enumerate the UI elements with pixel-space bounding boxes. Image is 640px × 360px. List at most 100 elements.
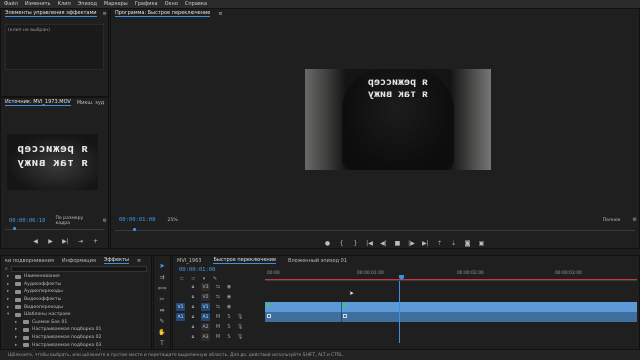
chevron-right-icon[interactable]: ▸	[15, 327, 20, 332]
insert-icon[interactable]: ⇥	[76, 237, 85, 245]
lock-icon[interactable]: 🔒︎	[190, 294, 196, 300]
tab-project[interactable]: ки подворнивания	[5, 258, 54, 264]
go-to-in-icon[interactable]: |◀	[365, 239, 374, 247]
tab-info[interactable]: Информация	[62, 258, 96, 264]
panel-menu-icon[interactable]: ≡	[103, 11, 107, 17]
source-timecode[interactable]: 00:00:06:10	[9, 218, 45, 224]
menu-item-6[interactable]: Окно	[165, 1, 178, 7]
tab-effects[interactable]: Эффекты	[103, 257, 129, 264]
pen-icon[interactable]: ✎	[159, 318, 164, 325]
chevron-right-icon[interactable]: ▸	[15, 320, 20, 325]
timeline-ruler[interactable]: 00:00 00:00:01:00 00:00:02:00 00:00:03:0…	[265, 267, 637, 281]
work-area-bar[interactable]	[265, 279, 637, 280]
step-forward-icon[interactable]: ▶|	[61, 237, 70, 245]
lock-icon[interactable]: 🔒︎	[190, 304, 196, 310]
ripple-edit-icon[interactable]: ⟺	[158, 285, 167, 292]
go-to-out-icon[interactable]: ▶|	[421, 239, 430, 247]
settings-wrench-icon[interactable]: ⚙	[633, 217, 637, 223]
settings-wrench-icon[interactable]: ⚙	[103, 218, 107, 224]
selection-tool-icon[interactable]: ➤	[159, 262, 165, 270]
timeline-timecode[interactable]: 00:00:01:08	[179, 267, 215, 273]
type-tool-icon[interactable]: T	[160, 340, 164, 347]
step-back-icon[interactable]: ◀|	[379, 239, 388, 247]
menu-item-4[interactable]: Маркеры	[104, 1, 128, 7]
track-label-v1[interactable]: V1	[201, 303, 210, 311]
slip-icon[interactable]: ⇹	[159, 307, 164, 314]
export-frame-icon[interactable]: ◙	[463, 239, 472, 247]
track-label-a1[interactable]: A1	[201, 313, 210, 321]
lock-icon[interactable]: 🔒︎	[190, 284, 196, 290]
extract-icon[interactable]: ⇣	[449, 239, 458, 247]
effects-tree-item[interactable]: ▸ Аудиоэффекты	[5, 281, 151, 289]
clip-audio-a1[interactable]	[265, 312, 637, 322]
mute-icon[interactable]: M	[215, 324, 221, 330]
hand-icon[interactable]: ✋	[158, 329, 165, 336]
sync-lock-icon[interactable]: ⇆	[215, 294, 221, 300]
tracks-area[interactable]: ➤	[265, 281, 637, 343]
mute-icon[interactable]: M	[215, 314, 221, 320]
sequence-tab-1[interactable]: MVI_1963	[177, 258, 201, 264]
program-playhead[interactable]	[133, 228, 136, 231]
mark-out-icon[interactable]: }	[351, 239, 360, 247]
playhead-line[interactable]	[399, 281, 400, 343]
track-select-icon[interactable]: ⇉	[159, 274, 164, 281]
razor-icon[interactable]: ✂	[159, 296, 164, 303]
lock-icon[interactable]: 🔒︎	[190, 334, 196, 340]
source-playhead[interactable]	[13, 227, 16, 230]
chevron-right-icon[interactable]: ▸	[7, 274, 12, 279]
sequence-tab-2[interactable]: Быстрое переключение	[213, 257, 277, 264]
tab-audio-mixer[interactable]: Микш. зуд	[77, 100, 104, 106]
source-scrubber[interactable]	[5, 227, 105, 230]
solo-icon[interactable]: S	[226, 324, 232, 330]
chevron-right-icon[interactable]: ▸	[7, 297, 12, 302]
mute-icon[interactable]: M	[215, 334, 221, 340]
program-quality-dropdown[interactable]: Полное	[603, 218, 621, 223]
effect-controls-tab[interactable]: Элементы управления эффектами	[5, 10, 97, 17]
source-fit-dropdown[interactable]: По размеру кадра	[55, 216, 92, 226]
program-scrubber[interactable]	[115, 228, 635, 231]
eye-icon[interactable]: ◉	[226, 304, 232, 310]
mic-icon[interactable]: 🎙︎	[237, 324, 243, 330]
chevron-down-icon[interactable]: ▾	[7, 312, 12, 317]
track-label-v3[interactable]: V3	[201, 283, 210, 291]
source-patch-a1[interactable]: A1	[176, 313, 185, 321]
effects-tree-item[interactable]: ▸ Настраиваемая подборка 03	[5, 341, 151, 349]
menu-item-1[interactable]: Изменить	[25, 1, 51, 7]
track-label-a3[interactable]: A3	[201, 333, 210, 341]
lock-icon[interactable]: 🔒︎	[190, 324, 196, 330]
program-timecode[interactable]: 00:00:01:08	[119, 217, 155, 223]
step-forward-icon[interactable]: |▶	[407, 239, 416, 247]
source-patch-v1[interactable]: V1	[176, 303, 185, 311]
effects-search-input[interactable]	[10, 266, 147, 272]
program-zoom-dropdown[interactable]: 25%	[167, 218, 177, 223]
mic-icon[interactable]: 🎙︎	[237, 314, 243, 320]
solo-icon[interactable]: S	[226, 334, 232, 340]
menu-item-5[interactable]: Графика	[135, 1, 158, 7]
clip-edit-point[interactable]	[341, 312, 342, 322]
menu-item-7[interactable]: Справка	[185, 1, 207, 7]
effects-tree-item[interactable]: ▸ Видеоэффекты	[5, 296, 151, 304]
chevron-right-icon[interactable]: ▸	[15, 343, 20, 348]
panel-menu-icon[interactable]: ≡	[137, 258, 141, 264]
effects-tree-item[interactable]: ▸ Настраиваемая подборка 02	[5, 334, 151, 342]
sync-lock-icon[interactable]: ⇆	[215, 284, 221, 290]
play-icon[interactable]: ▶	[46, 237, 55, 245]
effects-tree-item[interactable]: ▸ Сьемок Бок 01	[5, 319, 151, 327]
compare-icon[interactable]: ▣	[477, 239, 486, 247]
track-label-a2[interactable]: A2	[201, 323, 210, 331]
sync-lock-icon[interactable]: ⇆	[215, 304, 221, 310]
program-title[interactable]: Программа: Быстрое переключение	[115, 10, 211, 17]
chevron-right-icon[interactable]: ▸	[15, 335, 20, 340]
effects-tree-item[interactable]: ▸ Видеопереходы	[5, 303, 151, 311]
menu-item-0[interactable]: Файл	[4, 1, 18, 7]
effects-tree-item[interactable]: ▸ Аудиопереходы	[5, 288, 151, 296]
add-button-icon[interactable]: +	[91, 237, 100, 245]
track-label-v2[interactable]: V2	[201, 293, 210, 301]
effects-tree-item[interactable]: ▾ Шаблоны настроек	[5, 311, 151, 319]
effects-tree-item[interactable]: ▸ Настраиваемая подборка 01	[5, 326, 151, 334]
chevron-right-icon[interactable]: ▸	[7, 305, 12, 310]
menu-item-2[interactable]: Клип	[57, 1, 70, 7]
effects-tree-item[interactable]: ▸ Наименования	[5, 273, 151, 281]
chevron-right-icon[interactable]: ▸	[7, 289, 12, 294]
play-icon[interactable]: ■	[393, 239, 402, 247]
